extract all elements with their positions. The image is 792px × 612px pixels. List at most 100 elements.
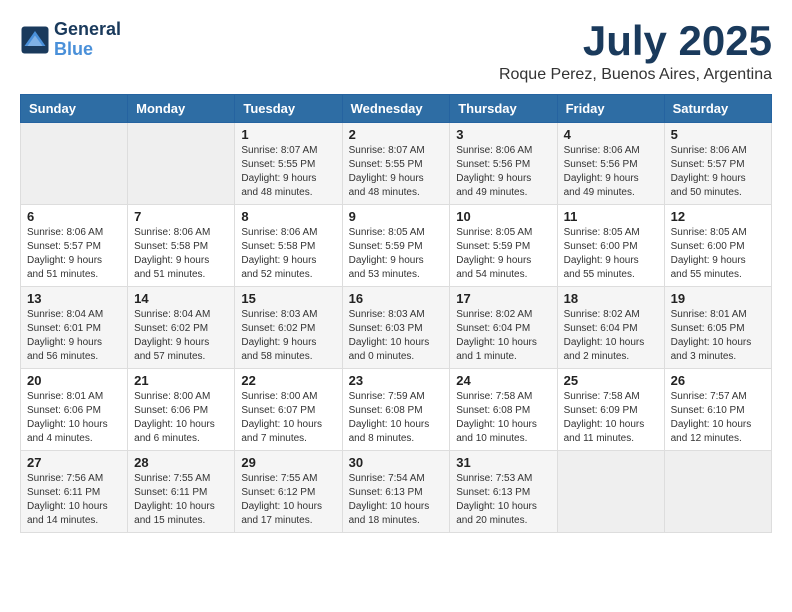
calendar-cell: 23 Sunrise: 7:59 AM Sunset: 6:08 PM Dayli…: [342, 369, 450, 451]
day-number: 1: [241, 127, 335, 142]
day-number: 22: [241, 373, 335, 388]
day-number: 11: [564, 209, 658, 224]
day-number: 16: [349, 291, 444, 306]
calendar-cell: 19Sunrise: 8:01 AM Sunset: 6:05 PM Dayli…: [664, 287, 771, 369]
calendar-header-row: SundayMondayTuesdayWednesdayThursdayFrid…: [21, 95, 772, 123]
calendar-cell: 2 Sunrise: 8:07 AM Sunset: 5:55 PM Daylig…: [342, 123, 450, 205]
day-info: Sunrise: 8:06 AM Sunset: 5:57 PM Dayligh…: [671, 144, 765, 200]
location-title: Roque Perez, Buenos Aires, Argentina: [499, 66, 772, 84]
calendar-cell: 16 Sunrise: 8:03 AM Sunset: 6:03 PM Dayli…: [342, 287, 450, 369]
weekday-header: Monday: [128, 95, 235, 123]
month-title: July 2025: [499, 20, 772, 62]
day-info: Sunrise: 8:02 AM Sunset: 6:04 PM Dayligh…: [456, 308, 550, 364]
weekday-header: Saturday: [664, 95, 771, 123]
calendar-cell: [128, 123, 235, 205]
day-number: 17: [456, 291, 550, 306]
day-info: Sunrise: 7:55 AM Sunset: 6:11 PM Dayligh…: [134, 472, 228, 528]
day-number: 21: [134, 373, 228, 388]
calendar-cell: 22 Sunrise: 8:00 AM Sunset: 6:07 PM Dayli…: [235, 369, 342, 451]
day-info: Sunrise: 8:05 AM Sunset: 5:59 PM Dayligh…: [349, 226, 444, 282]
calendar-week-row: 6 Sunrise: 8:06 AM Sunset: 5:57 PM Daylig…: [21, 205, 772, 287]
day-number: 9: [349, 209, 444, 224]
day-number: 30: [349, 455, 444, 470]
calendar-cell: 3Sunrise: 8:06 AM Sunset: 5:56 PM Daylig…: [450, 123, 557, 205]
day-number: 7: [134, 209, 228, 224]
calendar-cell: 20Sunrise: 8:01 AM Sunset: 6:06 PM Dayli…: [21, 369, 128, 451]
calendar-cell: 29 Sunrise: 7:55 AM Sunset: 6:12 PM Dayli…: [235, 451, 342, 533]
day-number: 19: [671, 291, 765, 306]
calendar-cell: [21, 123, 128, 205]
weekday-header: Tuesday: [235, 95, 342, 123]
day-info: Sunrise: 8:06 AM Sunset: 5:58 PM Dayligh…: [241, 226, 335, 282]
calendar-cell: 6 Sunrise: 8:06 AM Sunset: 5:57 PM Daylig…: [21, 205, 128, 287]
day-info: Sunrise: 7:58 AM Sunset: 6:08 PM Dayligh…: [456, 390, 550, 446]
calendar-cell: 21 Sunrise: 8:00 AM Sunset: 6:06 PM Dayli…: [128, 369, 235, 451]
calendar-cell: 24Sunrise: 7:58 AM Sunset: 6:08 PM Dayli…: [450, 369, 557, 451]
calendar-cell: 4 Sunrise: 8:06 AM Sunset: 5:56 PM Daylig…: [557, 123, 664, 205]
day-number: 15: [241, 291, 335, 306]
day-info: Sunrise: 8:06 AM Sunset: 5:58 PM Dayligh…: [134, 226, 228, 282]
calendar-cell: 9 Sunrise: 8:05 AM Sunset: 5:59 PM Daylig…: [342, 205, 450, 287]
day-info: Sunrise: 8:06 AM Sunset: 5:56 PM Dayligh…: [456, 144, 550, 200]
calendar-cell: 13Sunrise: 8:04 AM Sunset: 6:01 PM Dayli…: [21, 287, 128, 369]
title-area: July 2025 Roque Perez, Buenos Aires, Arg…: [499, 20, 772, 84]
day-info: Sunrise: 8:00 AM Sunset: 6:07 PM Dayligh…: [241, 390, 335, 446]
day-info: Sunrise: 7:54 AM Sunset: 6:13 PM Dayligh…: [349, 472, 444, 528]
day-info: Sunrise: 7:58 AM Sunset: 6:09 PM Dayligh…: [564, 390, 658, 446]
day-info: Sunrise: 8:04 AM Sunset: 6:02 PM Dayligh…: [134, 308, 228, 364]
calendar-week-row: 27 Sunrise: 7:56 AM Sunset: 6:11 PM Dayli…: [21, 451, 772, 533]
calendar-cell: 17 Sunrise: 8:02 AM Sunset: 6:04 PM Dayli…: [450, 287, 557, 369]
day-info: Sunrise: 8:00 AM Sunset: 6:06 PM Dayligh…: [134, 390, 228, 446]
day-info: Sunrise: 8:03 AM Sunset: 6:02 PM Dayligh…: [241, 308, 335, 364]
day-info: Sunrise: 7:56 AM Sunset: 6:11 PM Dayligh…: [27, 472, 121, 528]
day-number: 25: [564, 373, 658, 388]
day-number: 18: [564, 291, 658, 306]
day-number: 28: [134, 455, 228, 470]
calendar-cell: [557, 451, 664, 533]
day-number: 10: [456, 209, 550, 224]
calendar-cell: 30 Sunrise: 7:54 AM Sunset: 6:13 PM Dayli…: [342, 451, 450, 533]
calendar-week-row: 13Sunrise: 8:04 AM Sunset: 6:01 PM Dayli…: [21, 287, 772, 369]
weekday-header: Friday: [557, 95, 664, 123]
day-info: Sunrise: 7:53 AM Sunset: 6:13 PM Dayligh…: [456, 472, 550, 528]
day-number: 5: [671, 127, 765, 142]
day-number: 8: [241, 209, 335, 224]
day-number: 27: [27, 455, 121, 470]
day-info: Sunrise: 8:06 AM Sunset: 5:57 PM Dayligh…: [27, 226, 121, 282]
logo: General Blue: [20, 20, 121, 60]
weekday-header: Sunday: [21, 95, 128, 123]
day-number: 4: [564, 127, 658, 142]
day-info: Sunrise: 8:05 AM Sunset: 6:00 PM Dayligh…: [671, 226, 765, 282]
calendar-cell: 12 Sunrise: 8:05 AM Sunset: 6:00 PM Dayli…: [664, 205, 771, 287]
calendar-cell: 8 Sunrise: 8:06 AM Sunset: 5:58 PM Daylig…: [235, 205, 342, 287]
day-number: 6: [27, 209, 121, 224]
day-info: Sunrise: 8:07 AM Sunset: 5:55 PM Dayligh…: [241, 144, 335, 200]
day-info: Sunrise: 8:03 AM Sunset: 6:03 PM Dayligh…: [349, 308, 444, 364]
day-info: Sunrise: 8:07 AM Sunset: 5:55 PM Dayligh…: [349, 144, 444, 200]
calendar-cell: 14Sunrise: 8:04 AM Sunset: 6:02 PM Dayli…: [128, 287, 235, 369]
day-info: Sunrise: 7:59 AM Sunset: 6:08 PM Dayligh…: [349, 390, 444, 446]
calendar-cell: 31 Sunrise: 7:53 AM Sunset: 6:13 PM Dayli…: [450, 451, 557, 533]
day-number: 12: [671, 209, 765, 224]
logo-icon: [20, 25, 50, 55]
calendar-cell: 10 Sunrise: 8:05 AM Sunset: 5:59 PM Dayli…: [450, 205, 557, 287]
day-info: Sunrise: 8:06 AM Sunset: 5:56 PM Dayligh…: [564, 144, 658, 200]
day-number: 26: [671, 373, 765, 388]
day-info: Sunrise: 7:57 AM Sunset: 6:10 PM Dayligh…: [671, 390, 765, 446]
day-number: 2: [349, 127, 444, 142]
day-info: Sunrise: 8:02 AM Sunset: 6:04 PM Dayligh…: [564, 308, 658, 364]
day-number: 29: [241, 455, 335, 470]
calendar-cell: 18 Sunrise: 8:02 AM Sunset: 6:04 PM Dayli…: [557, 287, 664, 369]
day-info: Sunrise: 7:55 AM Sunset: 6:12 PM Dayligh…: [241, 472, 335, 528]
day-info: Sunrise: 8:05 AM Sunset: 5:59 PM Dayligh…: [456, 226, 550, 282]
calendar: SundayMondayTuesdayWednesdayThursdayFrid…: [20, 94, 772, 533]
day-number: 31: [456, 455, 550, 470]
day-number: 23: [349, 373, 444, 388]
weekday-header: Wednesday: [342, 95, 450, 123]
calendar-cell: 11Sunrise: 8:05 AM Sunset: 6:00 PM Dayli…: [557, 205, 664, 287]
calendar-cell: 15 Sunrise: 8:03 AM Sunset: 6:02 PM Dayli…: [235, 287, 342, 369]
day-number: 20: [27, 373, 121, 388]
calendar-cell: 25 Sunrise: 7:58 AM Sunset: 6:09 PM Dayli…: [557, 369, 664, 451]
calendar-cell: 7 Sunrise: 8:06 AM Sunset: 5:58 PM Daylig…: [128, 205, 235, 287]
calendar-cell: 1 Sunrise: 8:07 AM Sunset: 5:55 PM Daylig…: [235, 123, 342, 205]
